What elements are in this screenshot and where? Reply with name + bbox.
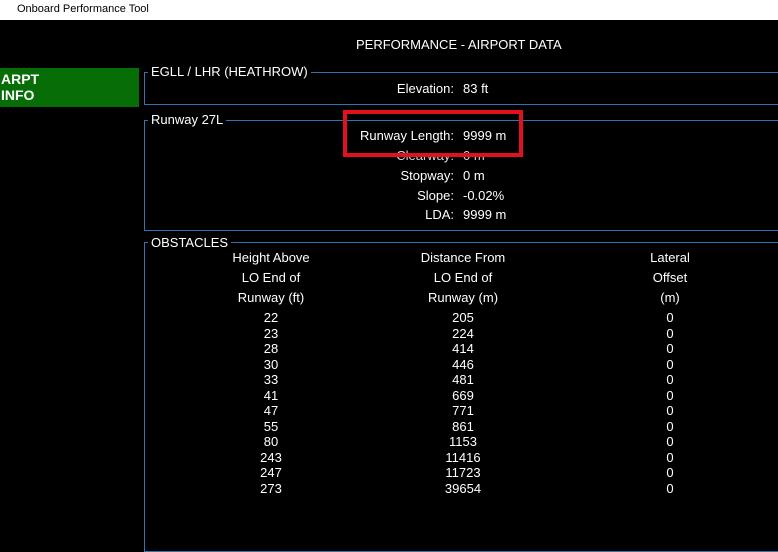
obstacle-lateral-cell: 0: [666, 325, 674, 341]
header-height-line2: LO End of: [241, 270, 301, 285]
runway-length-highlight-box: [343, 110, 523, 157]
header-distance-line3: Runway (m): [427, 290, 499, 305]
obstacle-height-cell: 23: [263, 325, 279, 341]
stopway-label: Stopway:: [400, 168, 454, 183]
obstacle-distance-cell: 669: [452, 387, 474, 403]
lda-value: 9999 m: [463, 207, 507, 222]
header-height-line3: Runway (ft): [237, 290, 305, 305]
runway-panel-legend: Runway 27L: [148, 113, 227, 127]
header-distance-line1: Distance From: [420, 250, 506, 265]
obstacle-height-cell: 247: [260, 465, 282, 480]
obstacle-height-cell: 41: [263, 387, 279, 403]
obstacle-height-cell: 33: [263, 372, 279, 387]
header-distance-line2: LO End of: [433, 270, 493, 285]
obstacle-distance-cell: 414: [452, 341, 474, 356]
arpt-info-button[interactable]: ARPT INFO: [0, 68, 139, 107]
obstacle-distance-cell: 861: [452, 418, 474, 434]
header-distance-from: Distance From LO End of Runway (m): [393, 248, 533, 308]
obstacle-height-cell: 22: [263, 310, 279, 325]
header-lateral-line3: (m): [660, 290, 680, 305]
arpt-info-button-line2: INFO: [1, 87, 35, 103]
page-title: PERFORMANCE - AIRPORT DATA: [356, 37, 562, 52]
obstacle-distance-cell: 481: [452, 372, 474, 387]
obstacle-distance-cell: 205: [452, 310, 474, 325]
airport-panel-legend: EGLL / LHR (HEATHROW): [148, 65, 311, 79]
obstacle-height-cell: 47: [263, 403, 279, 418]
obstacle-lateral-cell: 0: [666, 465, 674, 480]
lda-label: LDA:: [425, 207, 454, 222]
obstacle-lateral-cell: 0: [666, 341, 674, 356]
window-titlebar: Onboard Performance Tool: [0, 0, 778, 20]
obstacle-distance-cell: 11723: [445, 465, 481, 480]
obstacle-lateral-cell: 0: [666, 387, 674, 403]
obstacle-distance-cell: 446: [452, 356, 474, 372]
header-height-line1: Height Above: [232, 250, 310, 265]
obstacle-lateral-cell: 0: [666, 356, 674, 372]
obstacle-lateral-cell: 0: [666, 403, 674, 418]
obstacle-height-cell: 273: [260, 480, 282, 496]
obstacle-lateral-cell: 0: [666, 449, 674, 465]
elevation-label: Elevation:: [396, 81, 454, 96]
obstacle-lateral-cell: 0: [666, 372, 674, 387]
arpt-info-button-line1: ARPT: [1, 71, 40, 87]
window-title: Onboard Performance Tool: [17, 3, 149, 15]
obstacle-height-cell: 30: [263, 356, 279, 372]
obstacle-height-cell: 55: [263, 418, 279, 434]
header-lateral-line1: Lateral: [650, 250, 690, 265]
header-lateral-offset: Lateral Offset (m): [600, 248, 740, 308]
obstacle-distance-cell: 224: [452, 325, 474, 341]
elevation-value: 83 ft: [463, 81, 489, 96]
obstacle-lateral-cell: 0: [666, 434, 674, 449]
obstacle-height-cell: 243: [260, 449, 282, 465]
performance-screen: PERFORMANCE - AIRPORT DATA ARPT INFO EGL…: [0, 20, 778, 552]
header-lateral-line2: Offset: [652, 270, 688, 285]
header-height-above: Height Above LO End of Runway (ft): [201, 248, 341, 308]
slope-value: -0.02%: [463, 188, 505, 203]
obstacle-lateral-cell: 0: [666, 310, 674, 325]
stopway-value: 0 m: [463, 168, 485, 183]
obstacle-lateral-cell: 0: [666, 480, 674, 496]
obstacle-distance-cell: 11416: [445, 449, 481, 465]
obstacle-distance-cell: 771: [452, 403, 474, 418]
obstacle-distance-cell: 1153: [449, 434, 477, 449]
obstacle-height-cell: 28: [263, 341, 279, 356]
obstacle-lateral-cell: 0: [666, 418, 674, 434]
slope-label: Slope:: [417, 188, 454, 203]
obstacle-height-cell: 80: [263, 434, 279, 449]
obstacle-distance-cell: 39654: [444, 480, 482, 496]
